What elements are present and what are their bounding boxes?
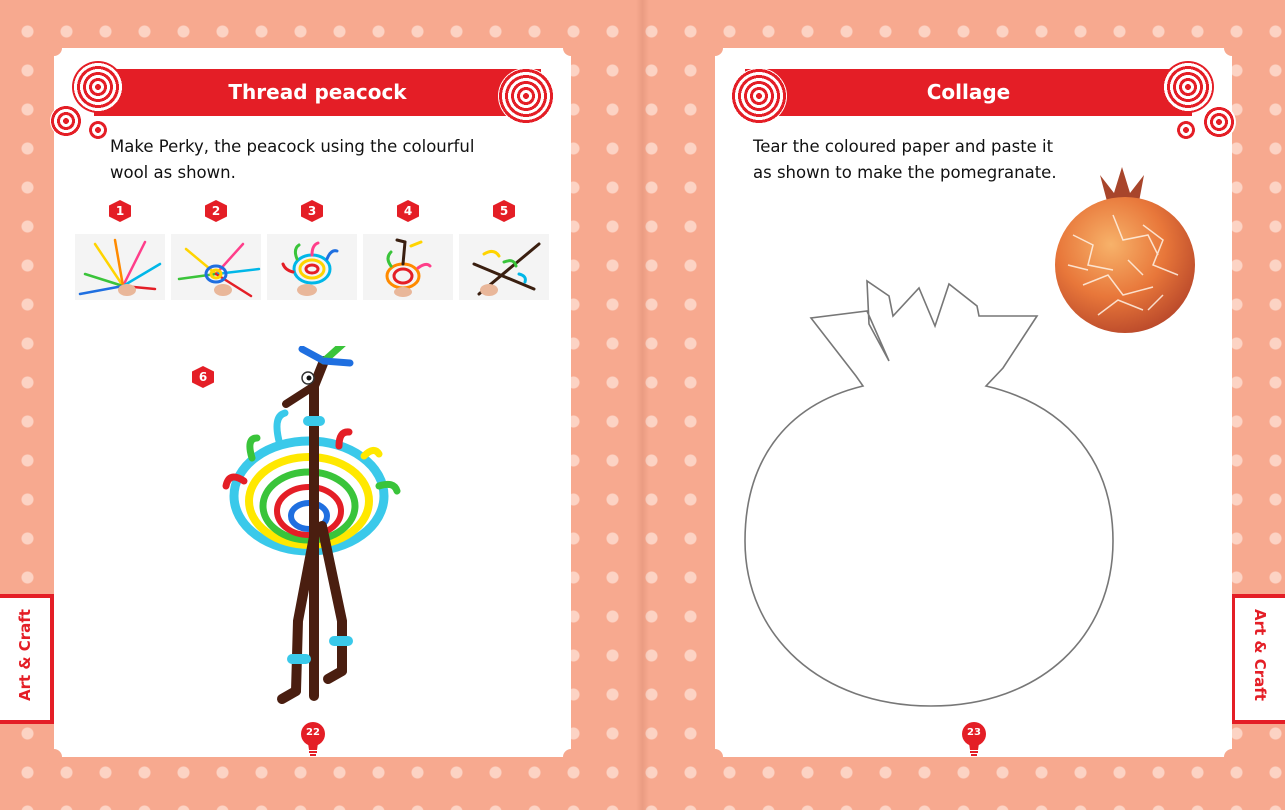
- page-title: Collage: [926, 80, 1011, 104]
- target-decoration-icon: [498, 68, 554, 124]
- step-photo: [459, 234, 549, 300]
- step-photo: [75, 234, 165, 300]
- page-number-badge: 22: [299, 721, 327, 757]
- target-decoration-icon: [1177, 121, 1195, 139]
- side-tab-label: Art & Craft: [1251, 609, 1269, 701]
- target-decoration-icon: [72, 61, 124, 113]
- title-bar: Collage: [745, 69, 1192, 116]
- step-badge: 3: [301, 200, 323, 222]
- book-spine: [636, 0, 649, 810]
- right-side-tab: Art & Craft: [1231, 594, 1285, 724]
- page-title: Thread peacock: [228, 80, 407, 104]
- instruction-text: Make Perky, the peacock using the colour…: [110, 134, 474, 186]
- title-bar: Thread peacock: [94, 69, 541, 116]
- target-decoration-icon: [731, 68, 787, 124]
- instruction-line: Make Perky, the peacock using the colour…: [110, 137, 475, 156]
- step-photo: [171, 234, 261, 300]
- instruction-line: Tear the coloured paper and paste it: [753, 137, 1054, 156]
- target-decoration-icon: [89, 121, 107, 139]
- side-tab-label: Art & Craft: [16, 609, 34, 701]
- page-number: 22: [306, 727, 320, 738]
- right-page: Collage Tear the coloured paper and past…: [707, 40, 1240, 765]
- instruction-text: Tear the coloured paper and paste it as …: [753, 134, 1057, 186]
- pomegranate-outline-drawing[interactable]: [741, 276, 1121, 716]
- page-number: 23: [967, 727, 981, 738]
- peacock-craft-image: [222, 346, 401, 704]
- step-badge: 1: [109, 200, 131, 222]
- instruction-line: wool as shown.: [110, 163, 236, 182]
- step-badge: 2: [205, 200, 227, 222]
- step-photo: [363, 234, 453, 300]
- target-decoration-icon: [50, 105, 82, 137]
- target-decoration-icon: [1202, 105, 1236, 139]
- step-badge: 5: [493, 200, 515, 222]
- instruction-line: as shown to make the pomegranate.: [753, 163, 1057, 182]
- left-page: Thread peacock Make Perky, the peacock u…: [46, 40, 579, 765]
- step-badge: 4: [397, 200, 419, 222]
- step-photo: [267, 234, 357, 300]
- target-decoration-icon: [1162, 61, 1214, 113]
- left-side-tab: Art & Craft: [0, 594, 54, 724]
- page-number-badge: 23: [960, 721, 988, 757]
